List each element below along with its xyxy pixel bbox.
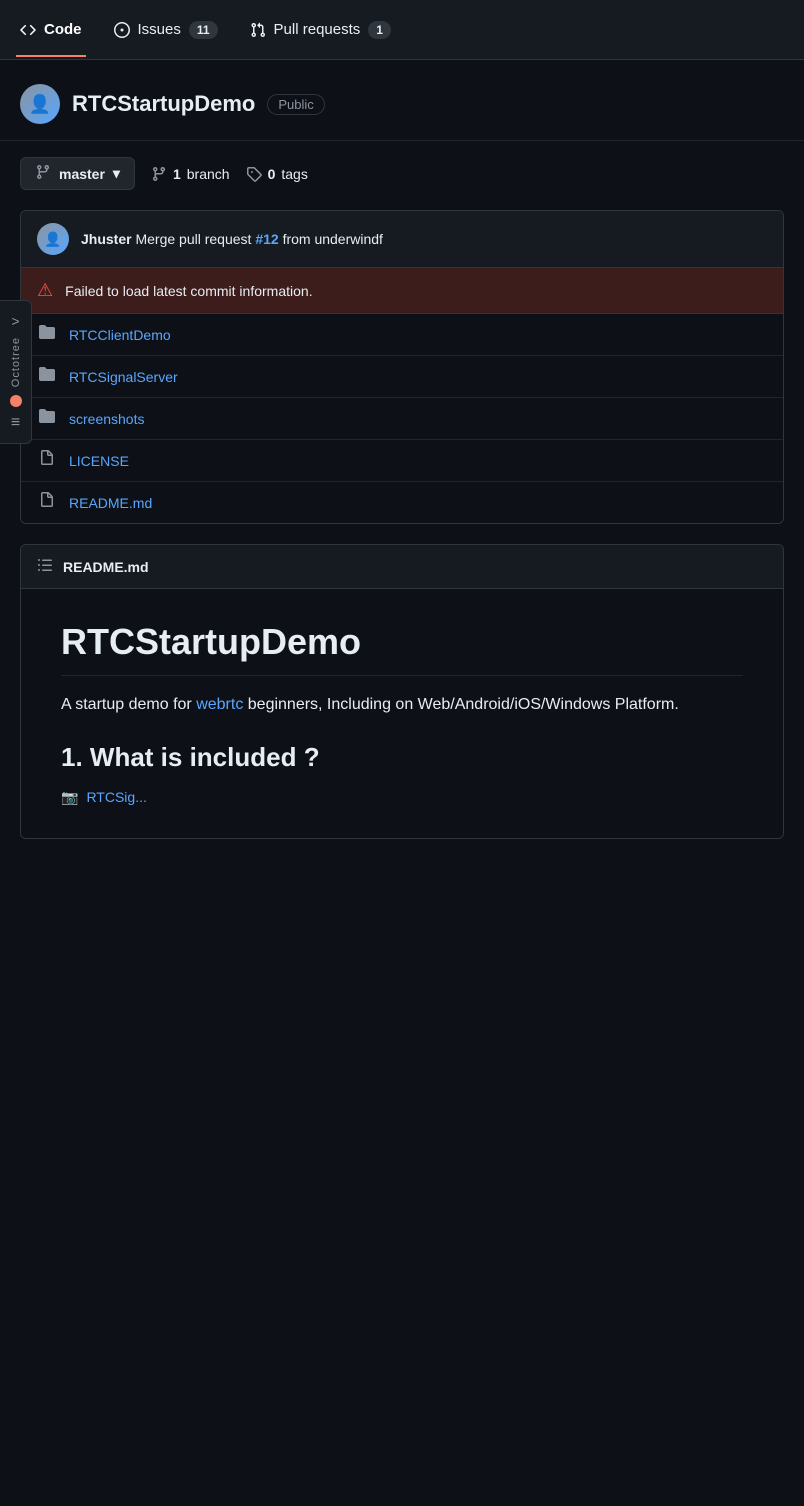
nav-issues[interactable]: Issues 11 (110, 13, 222, 47)
error-row: ⚠ Failed to load latest commit informati… (21, 268, 783, 314)
branches-count: 1 (173, 166, 181, 182)
repo-header: 👤 RTCStartupDemo Public (0, 60, 804, 140)
readme-sub-text: RTCSig... (86, 789, 146, 805)
readme-webrtc-link[interactable]: webrtc (196, 696, 243, 713)
file-table: 👤 Jhuster Merge pull request #12 from un… (20, 210, 784, 524)
file-name-rtcclientdemo: RTCClientDemo (69, 327, 171, 343)
octotree-arrow-icon: > (11, 313, 19, 329)
avatar-image: 👤 (20, 84, 60, 124)
commit-message-prefix: Merge pull request (135, 231, 255, 247)
commit-avatar: 👤 (37, 223, 69, 255)
readme-sub-icon: 📷 (61, 789, 78, 806)
commit-author: Jhuster (81, 231, 132, 247)
file-name-readme: README.md (69, 495, 152, 511)
branches-label: branch (187, 166, 230, 182)
file-name-screenshots: screenshots (69, 411, 144, 427)
readme-title: RTCStartupDemo (61, 621, 743, 676)
tags-label: tags (281, 166, 307, 182)
commit-message-suffix: from underwindf (283, 231, 383, 247)
octotree-menu-icon: ≡ (11, 415, 20, 431)
nav-pull-requests[interactable]: Pull requests 1 (246, 13, 395, 47)
pull-request-icon (250, 22, 266, 38)
branch-button[interactable]: master ▾ (20, 157, 135, 190)
readme-body: RTCStartupDemo A startup demo for webrtc… (21, 589, 783, 838)
readme-sub-link[interactable]: 📷 RTCSig... (61, 789, 743, 806)
branch-chevron-icon: ▾ (113, 165, 120, 182)
folder-icon-3 (37, 408, 57, 429)
octotree-dot (10, 395, 22, 407)
readme-section: README.md RTCStartupDemo A startup demo … (20, 544, 784, 839)
branch-bar: master ▾ 1 branch 0 tags (0, 157, 804, 210)
nav-issues-label: Issues (138, 21, 181, 38)
branch-icon (35, 164, 51, 183)
nav-code[interactable]: Code (16, 13, 86, 46)
readme-list-icon (37, 557, 53, 576)
file-row-screenshots[interactable]: screenshots (21, 398, 783, 440)
branch-name: master (59, 166, 105, 182)
folder-icon (37, 324, 57, 345)
error-icon: ⚠ (37, 280, 53, 301)
octotree-sidebar: > Octotree ≡ (0, 300, 32, 444)
branches-link[interactable]: 1 branch (151, 166, 230, 182)
tags-count: 0 (268, 166, 276, 182)
octotree-label: Octotree (10, 337, 22, 387)
readme-desc-suffix: beginners, Including on Web/Android/iOS/… (248, 696, 679, 713)
commit-pr-number[interactable]: #12 (255, 231, 278, 247)
repo-title: RTCStartupDemo (72, 91, 255, 117)
file-row-readme[interactable]: README.md (21, 482, 783, 523)
file-row-license[interactable]: LICENSE (21, 440, 783, 482)
readme-header-label: README.md (63, 559, 149, 575)
visibility-badge: Public (267, 94, 324, 115)
readme-header: README.md (21, 545, 783, 589)
file-row-rtcsignalserver[interactable]: RTCSignalServer (21, 356, 783, 398)
file-name-rtcsignalserver: RTCSignalServer (69, 369, 178, 385)
folder-icon-2 (37, 366, 57, 387)
header-divider (0, 140, 804, 141)
nav-pr-label: Pull requests (274, 21, 361, 38)
readme-section1-title: 1. What is included ? (61, 742, 743, 773)
file-row-rtcclientdemo[interactable]: RTCClientDemo (21, 314, 783, 356)
readme-desc-prefix: A startup demo for (61, 696, 192, 713)
readme-description: A startup demo for webrtc beginners, Inc… (61, 692, 743, 718)
nav-code-label: Code (44, 21, 82, 38)
issues-icon (114, 22, 130, 38)
code-icon (20, 22, 36, 38)
file-name-license: LICENSE (69, 453, 129, 469)
avatar: 👤 (20, 84, 60, 124)
commit-row: 👤 Jhuster Merge pull request #12 from un… (21, 211, 783, 268)
tags-link[interactable]: 0 tags (246, 166, 308, 182)
pr-badge: 1 (368, 21, 391, 39)
top-nav: Code Issues 11 Pull requests 1 (0, 0, 804, 60)
octotree-tab[interactable]: > Octotree ≡ (0, 300, 32, 444)
file-icon-license (37, 450, 57, 471)
commit-message: Jhuster Merge pull request #12 from unde… (81, 231, 383, 247)
issues-badge: 11 (189, 21, 218, 39)
file-icon-readme (37, 492, 57, 513)
error-message: Failed to load latest commit information… (65, 283, 312, 299)
